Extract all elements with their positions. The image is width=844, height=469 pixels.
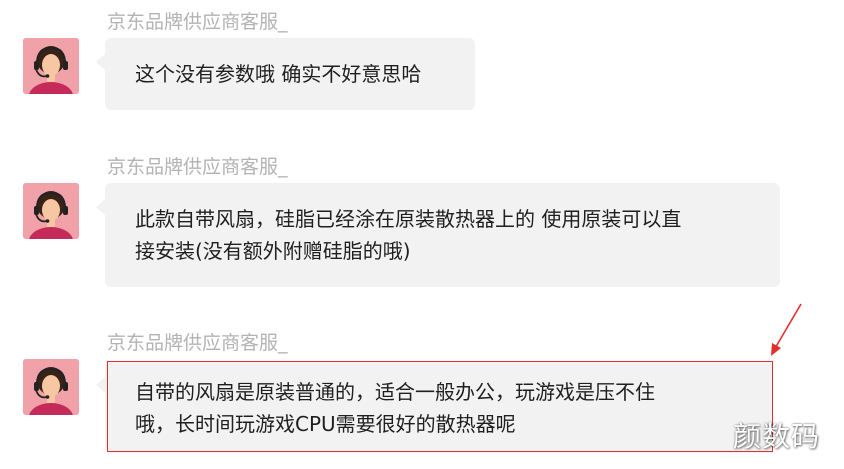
agent-avatar-icon[interactable] — [23, 183, 79, 239]
sender-name: 京东品牌供应商客服_ — [107, 11, 288, 33]
message-bubble: 此款自带风扇，硅脂已经涂在原装散热器上的 使用原装可以直 接安装(没有额外附赠硅… — [96, 183, 780, 287]
sender-name: 京东品牌供应商客服_ — [107, 332, 288, 354]
message-bubble: 自带的风扇是原装普通的，适合一般办公，玩游戏是压不住 哦，长时间玩游戏CPU需要… — [96, 361, 773, 453]
message-line: 此款自带风扇，硅脂已经涂在原装散热器上的 使用原装可以直 — [135, 207, 682, 231]
agent-avatar-icon[interactable] — [23, 38, 79, 94]
agent-avatar-icon[interactable] — [23, 359, 79, 415]
watermark: 颜数码 — [733, 420, 821, 453]
message-line: 哦，长时间玩游戏CPU需要很好的散热器呢 — [135, 412, 516, 436]
sender-name: 京东品牌供应商客服_ — [107, 156, 288, 178]
annotation-arrow-icon — [771, 303, 802, 356]
message-line: 接安装(没有额外附赠硅脂的哦) — [135, 239, 411, 263]
message-line: 自带的风扇是原装普通的，适合一般办公，玩游戏是压不住 — [135, 380, 655, 404]
message-line: 这个没有参数哦 确实不好意思哈 — [135, 62, 422, 86]
message-bubble: 这个没有参数哦 确实不好意思哈 — [96, 38, 475, 110]
